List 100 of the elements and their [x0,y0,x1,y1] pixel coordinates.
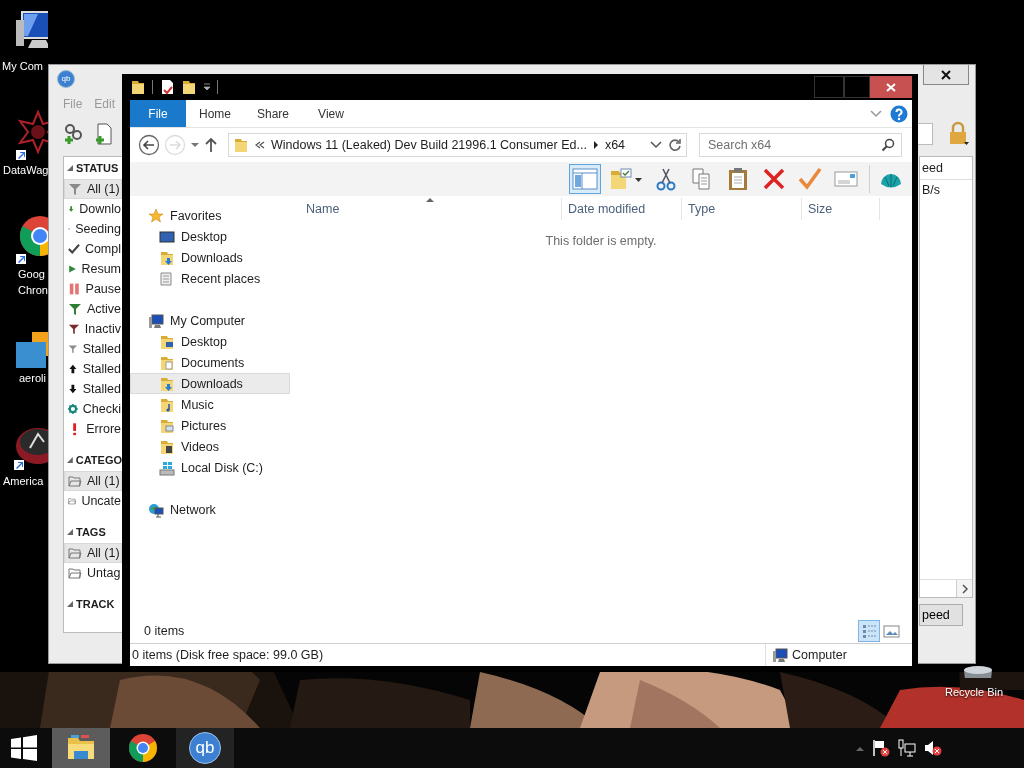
column-header[interactable]: Size [802,198,880,220]
speaker-muted-icon [924,739,942,757]
filter-item[interactable]: Untag [64,563,122,583]
folder-icon [159,396,175,413]
down-arrow-icon [68,382,78,396]
file-menu-button[interactable]: File [130,100,186,127]
filter-item[interactable]: Downlo [64,199,122,219]
close-icon [941,69,951,80]
nav-item[interactable]: Favorites [130,205,290,226]
taskbar-button[interactable]: qb [176,728,234,768]
caret-icon [190,142,200,148]
nav-item[interactable]: My Computer [130,310,290,331]
nav-item[interactable]: Local Disk (C:) [130,457,290,478]
close-button[interactable] [923,65,969,85]
scrollbar[interactable] [920,579,972,597]
trash-icon[interactable] [964,664,994,678]
filter-item[interactable]: Pause [64,279,122,299]
nav-item[interactable]: Downloads [130,247,290,268]
column-header[interactable]: Name [290,198,562,220]
nav-item[interactable]: Music [130,394,290,415]
filter-item[interactable]: Inactiv [64,319,122,339]
filter-item[interactable]: All (1) [64,543,122,563]
address-bar[interactable]: Windows 11 (Leaked) Dev Build 21996.1 Consumer Ed... x64 [228,133,687,157]
filter-item[interactable]: Seeding [64,219,122,239]
folder-icon [159,417,175,434]
recent-locations-button[interactable] [190,142,200,148]
filter-item[interactable]: Stalled [64,359,122,379]
search-icon [881,138,895,152]
filter-item[interactable]: Checki [64,399,122,419]
ribbon-tab[interactable]: Home [186,100,244,127]
network-icon [148,501,164,518]
breadcrumb[interactable]: Windows 11 (Leaked) Dev Build 21996.1 Consumer Ed... [271,138,587,152]
folder-icon [233,137,249,153]
nav-item[interactable]: Pictures [130,415,290,436]
folder-icon [159,333,175,350]
search-field[interactable]: Search x64 [699,133,902,157]
double-chevron-icon [255,140,265,150]
drive-icon [159,459,175,476]
refresh-icon [668,138,682,152]
app-logo: qb [57,69,75,88]
nav-item[interactable]: Documents [130,352,290,373]
layout-pane-button[interactable] [569,164,601,194]
back-icon [138,134,160,156]
filter-item[interactable]: Stalled [64,379,122,399]
details-view-icon [860,622,878,640]
folder-icon [130,79,146,95]
nav-item[interactable]: Desktop [130,226,290,247]
filter-item[interactable]: Uncate [64,491,122,511]
forward-icon [164,134,186,156]
filter-item[interactable]: All (1) [64,471,122,491]
back-button[interactable] [138,134,160,156]
breadcrumb[interactable]: x64 [604,138,626,152]
chrome-icon [127,732,159,764]
nav-item[interactable]: Downloads [130,373,290,394]
filter-item[interactable]: All (1) [64,179,122,199]
nav-item[interactable]: Network [130,499,290,520]
nav-item[interactable]: Recent places [130,268,290,289]
column-header[interactable]: Date modified [562,198,682,220]
computer-icon [772,647,788,663]
folder-icon [159,438,175,455]
checkmark-icon [68,242,80,256]
document-icon [159,79,175,95]
folder-icon [159,354,175,371]
chevron-down-icon [870,109,882,118]
filter-item[interactable]: Active [64,299,122,319]
app-logo: qb [189,732,221,764]
folder-icon [68,546,82,560]
funnel-icon [68,322,80,336]
ribbon-tab[interactable]: Share [244,100,302,127]
nav-item[interactable]: Videos [130,436,290,457]
filter-item[interactable]: Errore [64,419,122,439]
section-heading: TAGS [76,526,106,538]
details-view-button[interactable] [858,620,880,642]
desktop-icon-label: America [3,474,44,489]
thumbnail-view-icon [882,622,900,640]
close-icon [886,82,896,92]
star-icon[interactable] [14,110,48,160]
help-icon [890,104,908,123]
ribbon-tab[interactable]: View [302,100,360,127]
folder-check-icon [608,167,644,191]
filter-item[interactable]: Stalled [64,339,122,359]
table-cell-text: B/s [921,182,942,199]
desktop-icon-label: Goog Chron [18,267,49,298]
filter-item[interactable]: Resum [64,259,122,279]
folder-icon [159,375,175,392]
item-count: 0 items [144,624,185,638]
desktop-icon-label: DataWag [3,163,49,178]
flag-error-icon [872,739,890,757]
pause-icon [68,282,81,296]
column-header[interactable]: eed [920,157,972,180]
speed-button[interactable]: peed [919,604,963,626]
filter-item[interactable]: Compl [64,239,122,259]
folder-icon [181,79,197,95]
screen-icon [159,228,175,245]
link-add-icon [63,123,85,145]
layout-pane-icon [572,167,598,191]
nav-item[interactable]: Desktop [130,331,290,352]
scroll-right-button[interactable] [956,580,972,597]
apply-icon [798,167,824,191]
column-header[interactable]: Type [682,198,802,220]
